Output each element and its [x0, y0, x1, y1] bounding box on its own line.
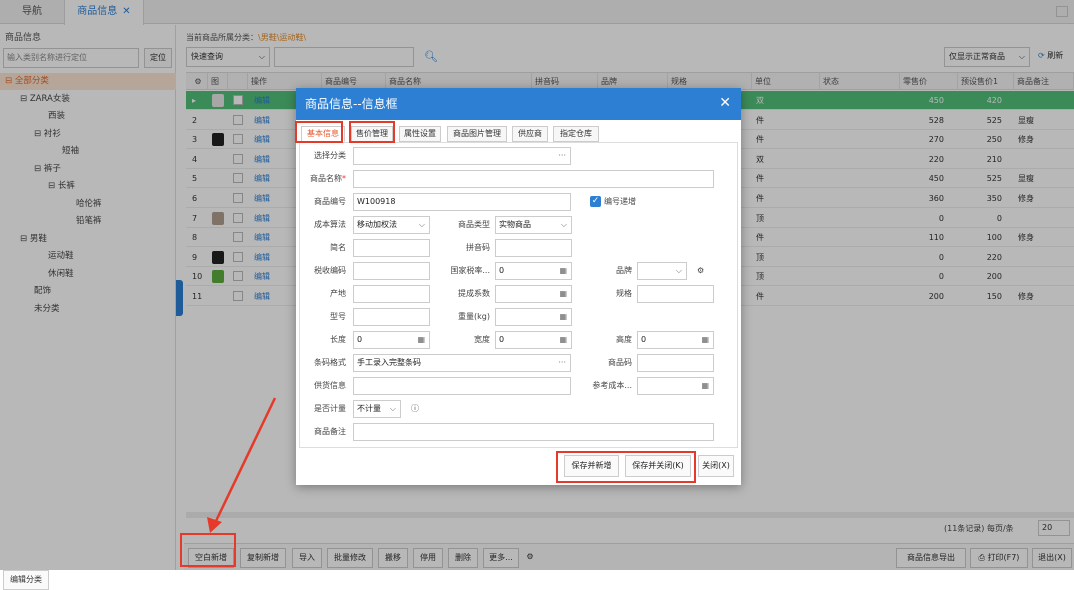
supplier-label: 供货信息 — [314, 381, 346, 390]
discount-label: 提成系数 — [458, 289, 490, 298]
tab-supplier[interactable]: 供应商 — [512, 126, 548, 142]
calculator-icon[interactable]: ▦ — [559, 286, 567, 302]
barcode-format-label: 条码格式 — [314, 358, 346, 367]
dialog-title: 商品信息--信息框 — [305, 97, 398, 111]
discount-field[interactable]: ▦ — [495, 285, 572, 303]
tax-code-field[interactable] — [353, 262, 430, 280]
required-mark: * — [342, 174, 346, 183]
dialog-header: 商品信息--信息框 — [296, 88, 741, 120]
origin-field[interactable] — [353, 285, 430, 303]
category-field[interactable]: ··· — [353, 147, 571, 165]
short-name-label: 简名 — [330, 243, 346, 252]
model-field[interactable] — [353, 308, 430, 326]
tax-rate-value: 0 — [499, 266, 505, 275]
length-value: 0 — [357, 335, 363, 344]
gear-icon[interactable]: ⚙ — [697, 262, 704, 280]
pinyin-field[interactable] — [495, 239, 572, 257]
barcode-field[interactable] — [637, 354, 714, 372]
metered-value: 不计量 — [357, 404, 381, 413]
weight-field[interactable]: ▦ — [495, 308, 572, 326]
chevron-down-icon: ⌵ — [418, 220, 425, 229]
tab-attributes[interactable]: 属性设置 — [399, 126, 441, 142]
tax-code-label: 税收编码 — [314, 266, 346, 275]
metered-select[interactable]: 不计量 ⌵ — [353, 400, 401, 418]
name-field[interactable] — [353, 170, 714, 188]
goods-type-value: 实物商品 — [499, 220, 531, 229]
close-button[interactable]: 关闭(X) — [698, 455, 734, 477]
highlight-price-tab — [349, 121, 395, 143]
barcode-format-field[interactable]: 手工录入完整条码 ··· — [353, 354, 571, 372]
chevron-down-icon: ⌵ — [389, 404, 396, 413]
supplier-field[interactable] — [353, 377, 571, 395]
cost-method-value: 移动加权法 — [357, 220, 397, 229]
auto-code-label: 编号递增 — [604, 197, 636, 206]
calculator-icon[interactable]: ▦ — [559, 263, 567, 279]
highlight-basic-tab — [295, 121, 343, 143]
dialog-form: 选择分类 ··· 商品名称* 商品编号 W100918 ✓ 编号递增 成本算法 … — [299, 142, 738, 448]
chevron-down-icon: ⌵ — [560, 220, 567, 229]
pinyin-label: 拼音码 — [466, 243, 490, 252]
name-label-text: 商品名称 — [310, 174, 342, 183]
calculator-icon[interactable]: ▦ — [559, 309, 567, 325]
product-info-dialog: 商品信息--信息框 ✕ 基本信息 售价管理 属性设置 商品图片管理 供应商 指定… — [296, 88, 741, 485]
tab-warehouse[interactable]: 指定仓库 — [553, 126, 599, 142]
tax-rate-field[interactable]: 0 ▦ — [495, 262, 572, 280]
goods-type-label: 商品类型 — [458, 220, 490, 229]
width-value: 0 — [499, 335, 505, 344]
cost-method-select[interactable]: 移动加权法 ⌵ — [353, 216, 430, 234]
spec-label: 规格 — [616, 289, 632, 298]
brand-label: 品牌 — [616, 266, 632, 275]
name-label: 商品名称* — [300, 170, 346, 188]
model-label: 型号 — [330, 312, 346, 321]
calculator-icon[interactable]: ▦ — [417, 332, 425, 348]
highlight-blank-add — [180, 533, 236, 567]
info-icon[interactable]: ⓘ — [411, 400, 419, 418]
auto-code-checkbox[interactable]: ✓ — [590, 196, 601, 207]
width-label: 宽度 — [474, 335, 490, 344]
code-field[interactable]: W100918 — [353, 193, 571, 211]
barcode-format-value: 手工录入完整条码 — [357, 358, 421, 367]
width-field[interactable]: 0 ▦ — [495, 331, 572, 349]
more-icon[interactable]: ··· — [558, 148, 566, 164]
highlight-save-buttons — [556, 451, 696, 483]
ref-cost-field[interactable]: ▦ — [637, 377, 714, 395]
length-label: 长度 — [330, 335, 346, 344]
chevron-down-icon: ⌵ — [675, 266, 682, 275]
height-value: 0 — [641, 335, 647, 344]
calculator-icon[interactable]: ▦ — [559, 332, 567, 348]
barcode-label: 商品码 — [608, 358, 632, 367]
goods-type-select[interactable]: 实物商品 ⌵ — [495, 216, 572, 234]
remark-field[interactable] — [353, 423, 714, 441]
weight-label: 重量(kg) — [458, 312, 490, 321]
short-name-field[interactable] — [353, 239, 430, 257]
category-label: 选择分类 — [314, 151, 346, 160]
metered-label: 是否计量 — [314, 404, 346, 413]
cost-method-label: 成本算法 — [314, 220, 346, 229]
tab-product-images[interactable]: 商品图片管理 — [447, 126, 507, 142]
calculator-icon[interactable]: ▦ — [701, 378, 709, 394]
height-label: 高度 — [616, 335, 632, 344]
remark-label: 商品备注 — [314, 427, 346, 436]
code-label: 商品编号 — [314, 197, 346, 206]
brand-select[interactable]: ⌵ — [637, 262, 687, 280]
spec-field[interactable] — [637, 285, 714, 303]
more-icon[interactable]: ··· — [558, 355, 566, 371]
length-field[interactable]: 0 ▦ — [353, 331, 430, 349]
ref-cost-label: 参考成本... — [592, 381, 632, 390]
height-field[interactable]: 0 ▦ — [637, 331, 714, 349]
edit-category-button[interactable]: 编辑分类 — [3, 570, 49, 590]
tax-rate-label: 国家税率... — [450, 266, 490, 275]
close-icon[interactable]: ✕ — [719, 95, 731, 111]
calculator-icon[interactable]: ▦ — [701, 332, 709, 348]
origin-label: 产地 — [330, 289, 346, 298]
